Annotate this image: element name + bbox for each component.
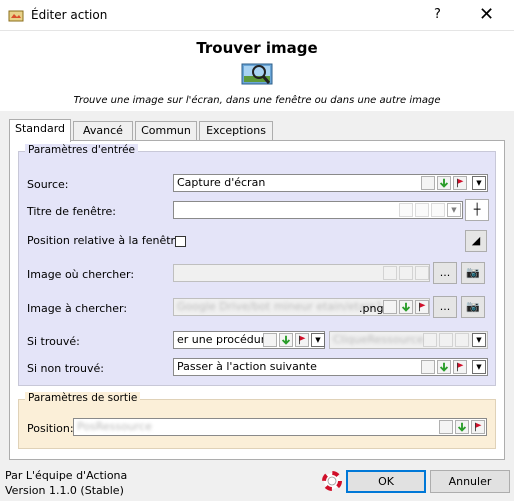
red-flag-icon[interactable] <box>453 176 467 190</box>
green-arrow-icon[interactable] <box>437 176 451 190</box>
window-title-label: Titre de fenêtre: <box>27 205 116 218</box>
position-variable-input[interactable]: PosRessource <box>73 418 487 436</box>
source-label: Source: <box>27 178 69 191</box>
position-label: Position: <box>27 422 74 435</box>
position-picker-icon[interactable]: ◢ <box>465 230 487 252</box>
find-image-icon <box>241 63 273 85</box>
if-not-found-dropdown-arrow[interactable]: ▼ <box>472 360 486 374</box>
if-found-dropdown-arrow[interactable]: ▼ <box>311 333 325 347</box>
relative-position-checkbox[interactable] <box>175 236 186 247</box>
input-parameters-group: Paramètres d'entrée Source: Capture d'éc… <box>18 144 496 386</box>
red-flag-icon[interactable] <box>453 360 467 374</box>
edit-icon[interactable] <box>383 266 397 280</box>
green-arrow-icon[interactable] <box>437 360 451 374</box>
relative-position-label: Position relative à la fenêtre: <box>27 234 186 247</box>
flag-icon[interactable] <box>431 203 445 217</box>
red-flag-icon[interactable] <box>471 420 485 434</box>
green-arrow-icon[interactable] <box>455 420 469 434</box>
edit-icon[interactable] <box>383 300 397 314</box>
action-description: Trouve une image sur l'écran, dans une f… <box>73 95 441 106</box>
if-found-procedure-dropdown-arrow[interactable]: ▼ <box>472 333 486 347</box>
search-in-image-label: Image où chercher: <box>27 268 135 281</box>
image-to-find-browse-button[interactable]: ... <box>433 296 457 318</box>
dialog-footer: Par L'équipe d'Actiona Version 1.1.0 (St… <box>0 460 514 501</box>
source-value: Capture d'écran <box>177 176 266 189</box>
help-button[interactable]: ? <box>434 7 441 22</box>
tab-standard[interactable]: Standard <box>9 119 71 142</box>
flag-icon[interactable] <box>455 333 469 347</box>
action-title: Trouver image <box>196 39 318 57</box>
if-found-label: Si trouvé: <box>27 335 80 348</box>
source-dropdown-arrow[interactable]: ▼ <box>472 176 486 190</box>
cancel-button[interactable]: Annuler <box>430 470 510 493</box>
window-picker-crosshair-icon[interactable]: ┼ <box>465 199 489 221</box>
edit-icon[interactable] <box>421 360 435 374</box>
search-in-image-browse-button[interactable]: ... <box>433 262 457 284</box>
input-parameters-legend: Paramètres d'entrée <box>25 144 138 156</box>
window-title-dropdown-arrow[interactable]: ▼ <box>447 203 461 217</box>
author-text: Par L'équipe d'Actiona <box>5 469 128 482</box>
edit-icon[interactable] <box>263 333 277 347</box>
green-arrow-icon[interactable] <box>279 333 293 347</box>
tab-avance[interactable]: Avancé <box>73 121 133 140</box>
flag-icon[interactable] <box>415 266 429 280</box>
edit-icon[interactable] <box>439 420 453 434</box>
arrow-icon[interactable] <box>439 333 453 347</box>
output-parameters-group: Paramètres de sortie Position: PosRessou… <box>18 392 496 449</box>
edit-icon[interactable] <box>423 333 437 347</box>
camera-icon[interactable]: 📷 <box>461 296 485 318</box>
edit-icon[interactable] <box>421 176 435 190</box>
red-flag-icon[interactable] <box>415 300 429 314</box>
edit-icon[interactable] <box>399 203 413 217</box>
window-titlebar: Éditer action ? ✕ <box>0 0 514 31</box>
action-header: Trouver image Trouve une image sur l'écr… <box>0 31 514 111</box>
app-icon <box>8 10 24 22</box>
image-to-find-label: Image à chercher: <box>27 302 128 315</box>
arrow-icon[interactable] <box>415 203 429 217</box>
tab-commun[interactable]: Commun <box>135 121 197 140</box>
window-title: Éditer action <box>31 8 108 22</box>
output-parameters-legend: Paramètres de sortie <box>25 392 141 404</box>
image-path-blurred: Google Drive/bot mineur etain/etain1 <box>177 300 383 313</box>
camera-icon[interactable]: 📷 <box>461 262 485 284</box>
image-path-suffix: .png <box>359 302 384 315</box>
close-button[interactable]: ✕ <box>479 4 494 25</box>
if-not-found-label: Si non trouvé: <box>27 362 104 375</box>
version-text: Version 1.1.0 (Stable) <box>5 484 124 497</box>
ok-button[interactable]: OK <box>346 470 426 493</box>
lifebuoy-help-icon[interactable] <box>322 471 342 491</box>
arrow-icon[interactable] <box>399 266 413 280</box>
red-flag-icon[interactable] <box>295 333 309 347</box>
tab-exceptions[interactable]: Exceptions <box>199 121 273 140</box>
green-arrow-icon[interactable] <box>399 300 413 314</box>
tab-pane-standard: Paramètres d'entrée Source: Capture d'éc… <box>9 140 505 460</box>
